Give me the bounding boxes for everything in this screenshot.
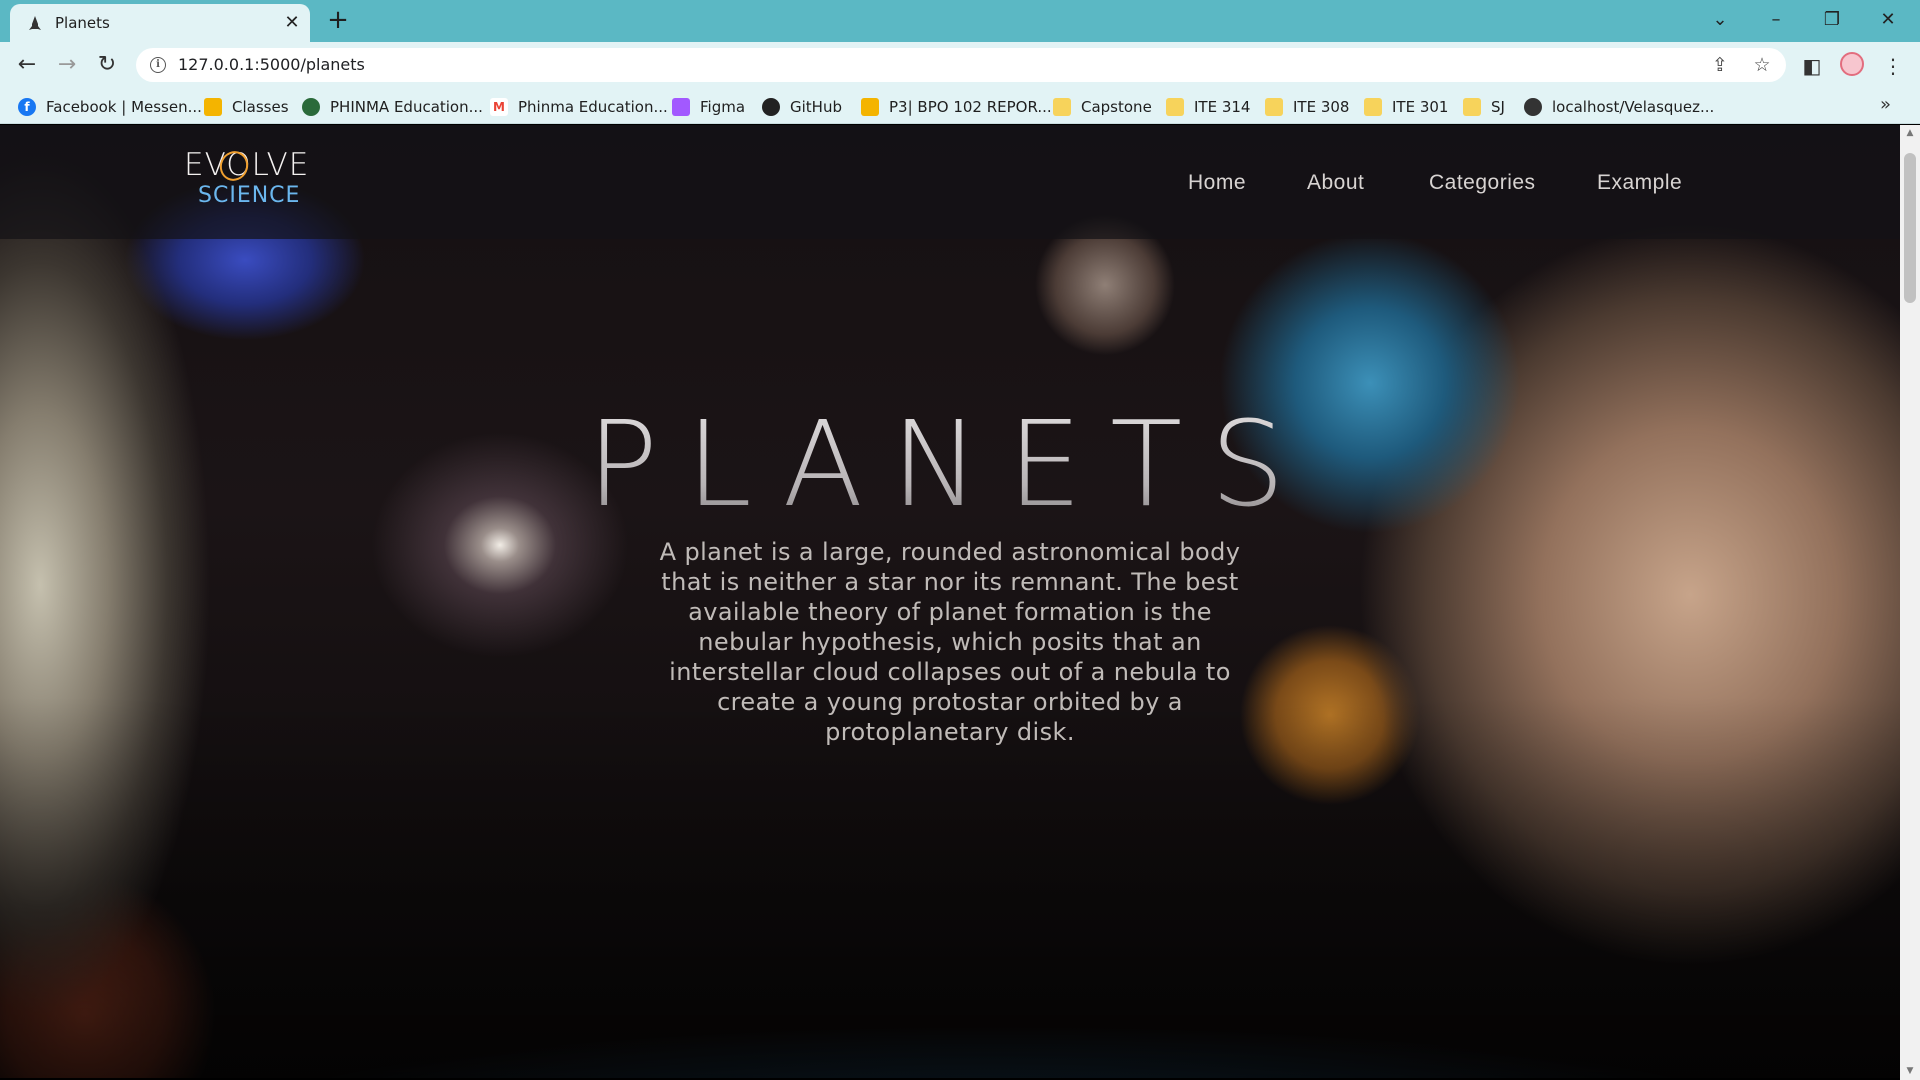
hero-description: A planet is a large, rounded astronomica… <box>659 538 1241 746</box>
site-header: EVOLVE SCIENCE Home About Categories Exa… <box>0 125 1900 239</box>
bookmark-star-icon[interactable]: ☆ <box>1750 53 1774 77</box>
bookmark-label: Facebook | Messen... <box>46 98 202 116</box>
bookmark-classes[interactable]: Classes <box>204 96 289 118</box>
folder-icon <box>1265 98 1283 116</box>
bookmark-ite-314[interactable]: ITE 314 <box>1166 96 1250 118</box>
bookmark-label: GitHub <box>790 98 842 116</box>
url-text[interactable]: 127.0.0.1:5000/planets <box>178 55 365 74</box>
gmail-icon: M <box>490 98 508 116</box>
scroll-up-icon[interactable]: ▲ <box>1904 127 1916 139</box>
tab-close-icon[interactable]: ✕ <box>280 11 304 35</box>
bookmark-bpo-report[interactable]: P3| BPO 102 REPOR... <box>861 96 1052 118</box>
folder-icon <box>1364 98 1382 116</box>
slides-icon <box>861 98 879 116</box>
reload-icon[interactable]: ↻ <box>92 51 122 81</box>
bookmark-label: ITE 308 <box>1293 98 1350 116</box>
nav-link-categories[interactable]: Categories <box>1429 171 1536 195</box>
nav-link-home[interactable]: Home <box>1188 171 1246 195</box>
bookmark-facebook[interactable]: f Facebook | Messen... <box>18 96 202 118</box>
browser-toolbar: ← → ↻ i 127.0.0.1:5000/planets ⇪ ☆ ◧ ⋮ <box>0 42 1920 88</box>
facebook-icon: f <box>18 98 36 116</box>
address-bar[interactable]: i 127.0.0.1:5000/planets ⇪ ☆ <box>136 48 1786 82</box>
bookmark-label: ITE 301 <box>1392 98 1449 116</box>
bookmark-ite-301[interactable]: ITE 301 <box>1364 96 1448 118</box>
bookmark-label: Figma <box>700 98 746 116</box>
forward-arrow-icon[interactable]: → <box>52 51 82 81</box>
folder-icon <box>1463 98 1481 116</box>
folder-icon <box>1053 98 1071 116</box>
folder-icon <box>1166 98 1184 116</box>
bookmark-label: Classes <box>232 98 289 116</box>
profile-avatar[interactable] <box>1840 52 1864 76</box>
classroom-icon <box>204 98 222 116</box>
bookmark-capstone[interactable]: Capstone <box>1053 96 1152 118</box>
bookmark-phinma-gmail[interactable]: M Phinma Education... <box>490 96 668 118</box>
github-icon <box>762 98 780 116</box>
scrollbar-thumb[interactable] <box>1904 153 1916 303</box>
bookmark-sj[interactable]: SJ <box>1463 96 1505 118</box>
rocket-favicon-icon <box>29 16 41 30</box>
close-window-button[interactable]: ✕ <box>1868 4 1908 36</box>
bookmark-phinma-education[interactable]: PHINMA Education... <box>302 96 483 118</box>
globe-icon <box>1524 98 1542 116</box>
share-icon[interactable]: ⇪ <box>1708 53 1732 77</box>
bookmark-label: localhost/Velasquez... <box>1552 98 1715 116</box>
bookmark-label: Capstone <box>1081 98 1152 116</box>
scroll-down-icon[interactable]: ▼ <box>1904 1065 1916 1077</box>
figma-icon <box>672 98 690 116</box>
page-viewport: EVOLVE SCIENCE Home About Categories Exa… <box>0 125 1900 1078</box>
bookmarks-bar: f Facebook | Messen... Classes PHINMA Ed… <box>0 88 1920 124</box>
tab-search-icon[interactable]: ⌄ <box>1700 4 1740 36</box>
page-scrollbar[interactable]: ▲ ▼ <box>1900 125 1920 1080</box>
bookmark-github[interactable]: GitHub <box>762 96 842 118</box>
new-tab-button[interactable]: + <box>324 7 352 35</box>
nav-link-about[interactable]: About <box>1307 171 1364 195</box>
bookmark-label: PHINMA Education... <box>330 98 483 116</box>
more-bookmarks-icon[interactable]: » <box>1880 94 1891 115</box>
logo-text-science: SCIENCE <box>198 183 301 208</box>
back-arrow-icon[interactable]: ← <box>12 51 42 81</box>
bookmark-label: SJ <box>1491 98 1505 116</box>
hero-title: PLANETS <box>580 395 1320 533</box>
tab-title: Planets <box>55 14 110 32</box>
bookmark-localhost[interactable]: localhost/Velasquez... <box>1524 96 1714 118</box>
site-logo[interactable]: EVOLVE SCIENCE <box>180 145 330 215</box>
nav-link-example[interactable]: Example <box>1597 171 1682 195</box>
more-menu-icon[interactable]: ⋮ <box>1878 51 1908 81</box>
browser-tab-active[interactable]: Planets ✕ <box>10 4 310 42</box>
browser-titlebar: Planets ✕ + ⌄ – ❐ ✕ <box>0 0 1920 42</box>
bookmark-figma[interactable]: Figma <box>672 96 745 118</box>
minimize-button[interactable]: – <box>1756 4 1796 36</box>
restore-button[interactable]: ❐ <box>1812 4 1852 36</box>
bookmark-label: P3| BPO 102 REPOR... <box>889 98 1052 116</box>
bookmark-label: Phinma Education... <box>518 98 668 116</box>
bookmark-ite-308[interactable]: ITE 308 <box>1265 96 1349 118</box>
site-info-icon[interactable]: i <box>150 57 166 73</box>
side-panel-icon[interactable]: ◧ <box>1797 51 1827 81</box>
globe-icon <box>302 98 320 116</box>
bookmark-label: ITE 314 <box>1194 98 1251 116</box>
